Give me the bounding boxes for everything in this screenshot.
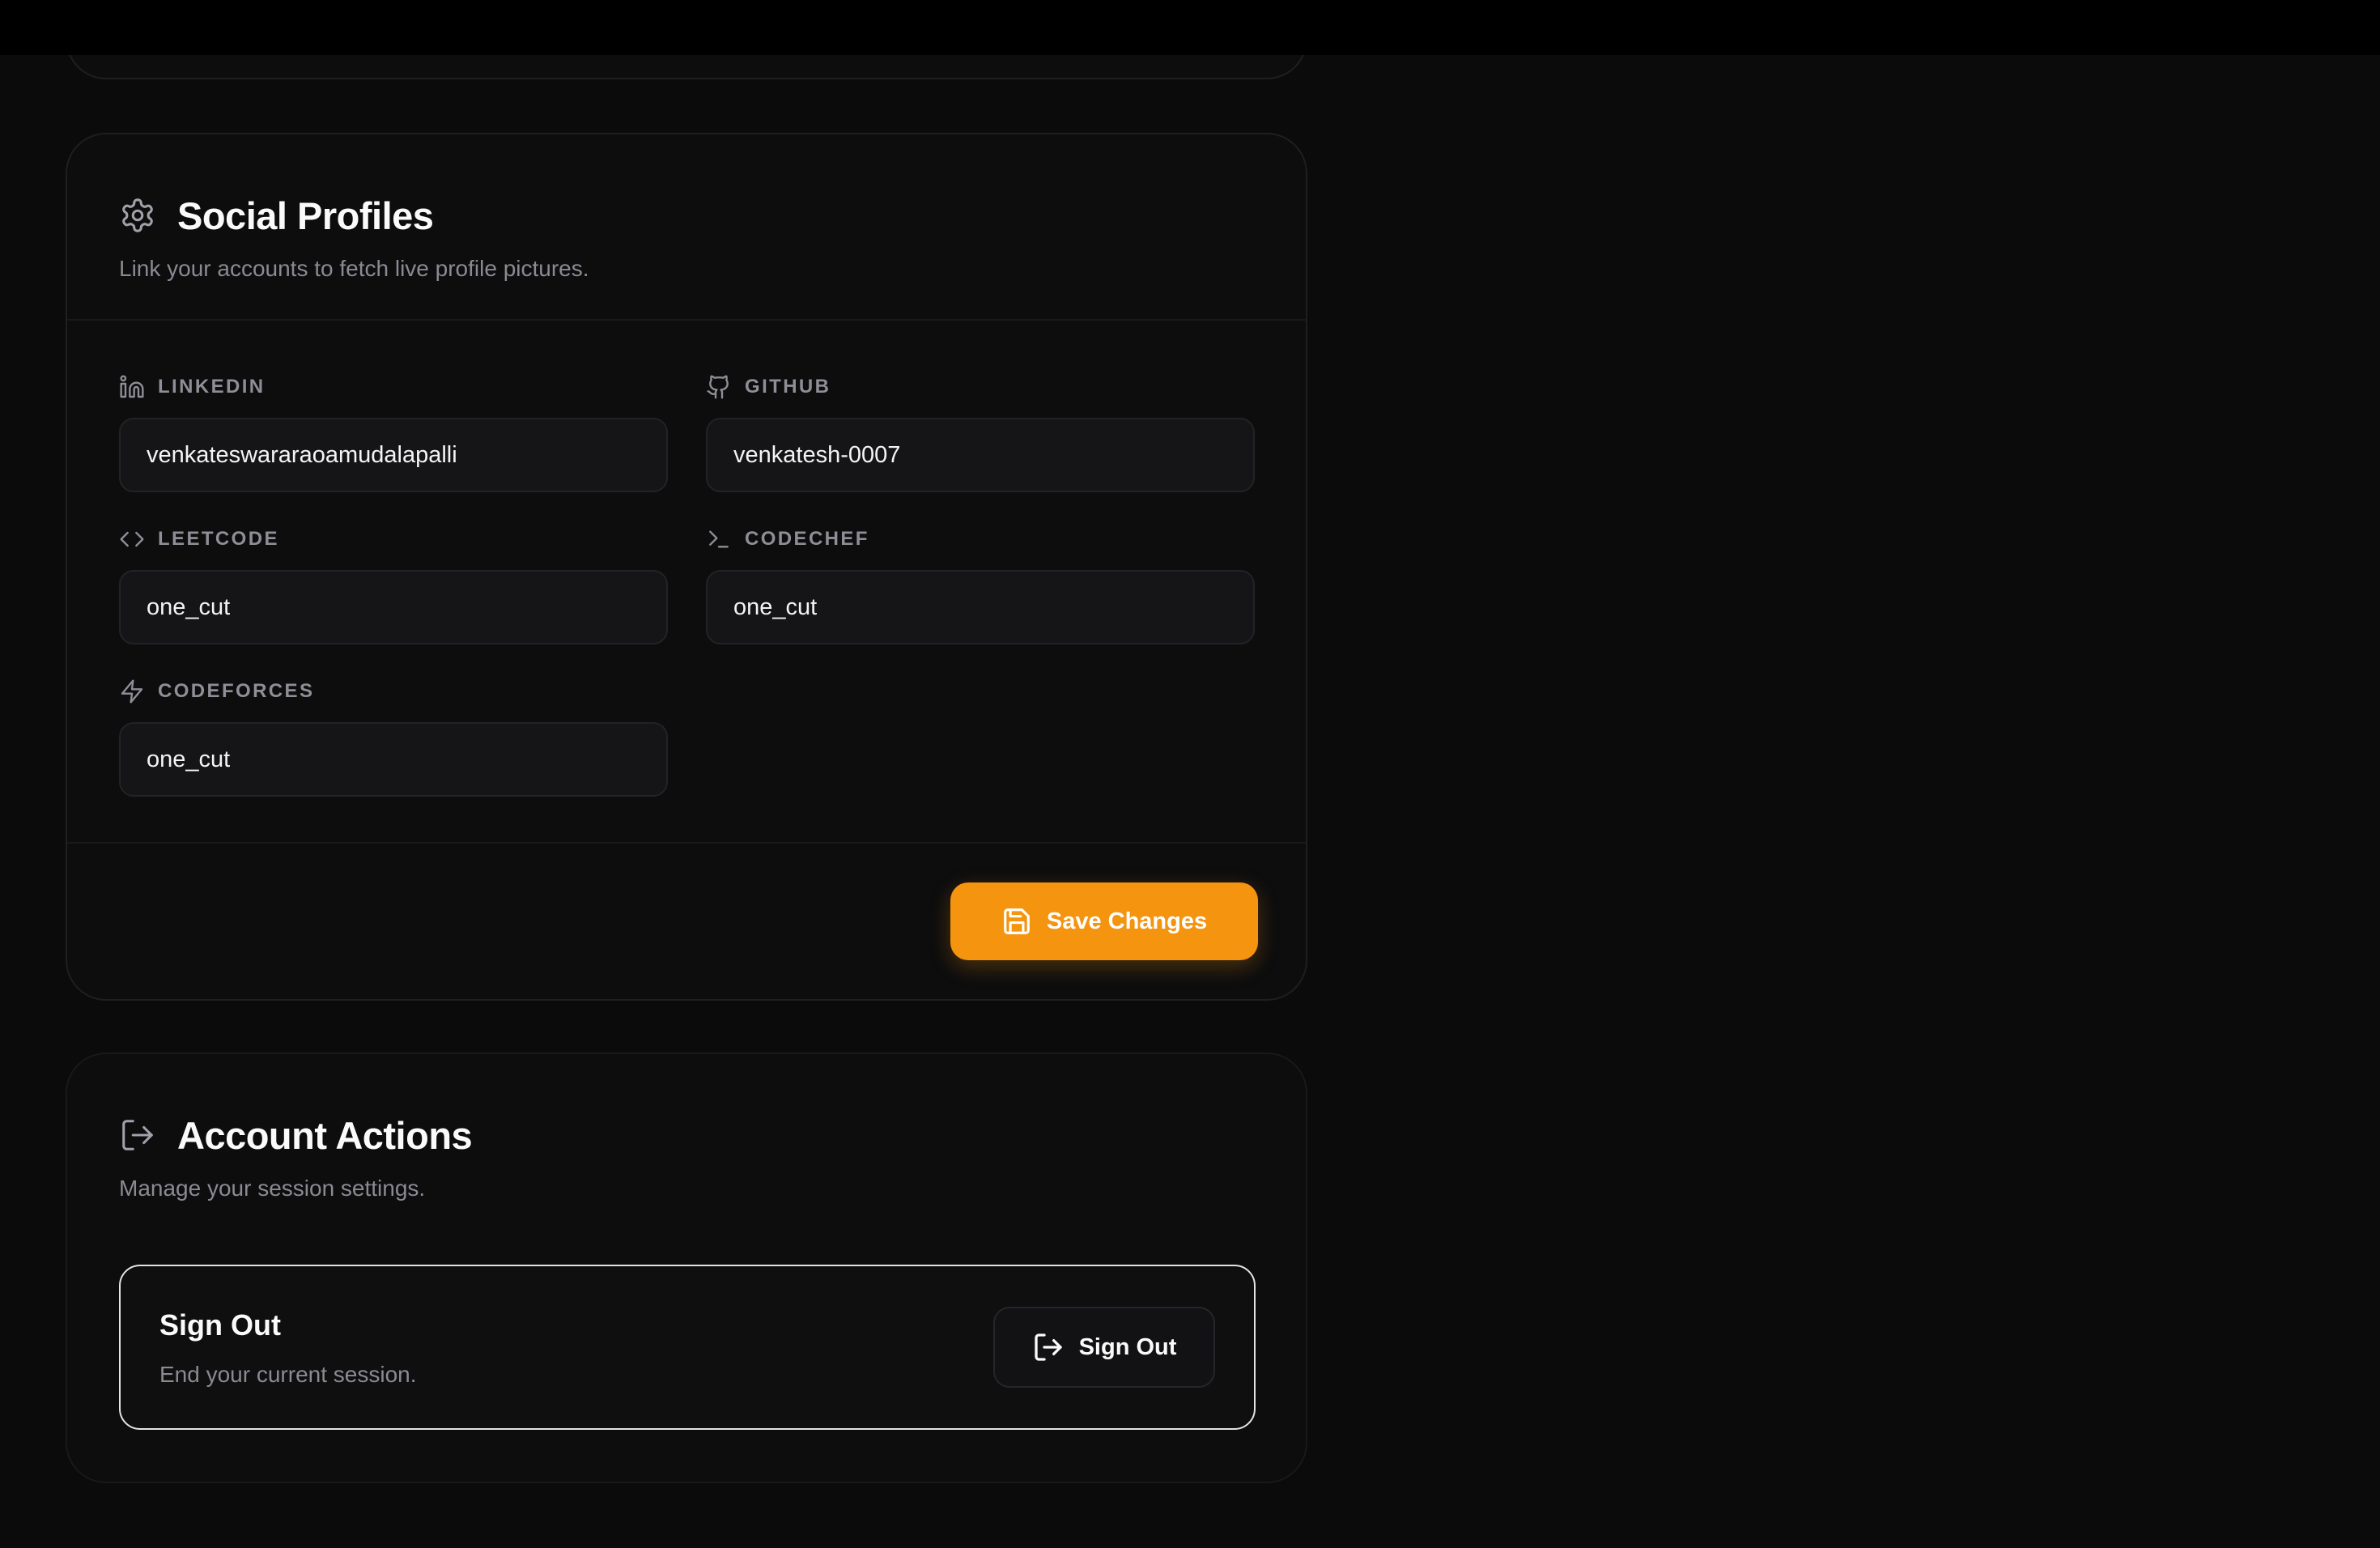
- top-bar: [0, 0, 2380, 55]
- save-changes-button[interactable]: Save Changes: [950, 882, 1258, 960]
- social-profiles-subtitle: Link your accounts to fetch live profile…: [119, 256, 589, 281]
- leetcode-input[interactable]: [119, 570, 668, 644]
- linkedin-input[interactable]: [119, 418, 668, 492]
- codeforces-field-group: CODEFORCES: [119, 677, 668, 797]
- codeforces-label: CODEFORCES: [119, 677, 668, 706]
- save-icon: [1001, 906, 1032, 937]
- account-actions-card: Account Actions Manage your session sett…: [66, 1053, 1307, 1483]
- codechef-field-group: CODECHEF: [706, 525, 1255, 644]
- social-profiles-header: Social Profiles Link your accounts to fe…: [119, 193, 1254, 282]
- linkedin-label-text: LINKEDIN: [158, 376, 266, 398]
- sign-out-button[interactable]: Sign Out: [993, 1307, 1215, 1388]
- leetcode-label: LEETCODE: [119, 525, 668, 554]
- github-label-text: GITHUB: [745, 376, 831, 398]
- log-out-icon: [1032, 1331, 1065, 1363]
- section-divider: [67, 319, 1306, 321]
- codeforces-input[interactable]: [119, 722, 668, 797]
- account-actions-header: Account Actions Manage your session sett…: [119, 1112, 1254, 1201]
- log-out-icon: [119, 1116, 156, 1154]
- sign-out-description: End your current session.: [159, 1362, 417, 1387]
- account-actions-subtitle: Manage your session settings.: [119, 1176, 426, 1201]
- codechef-label: CODECHEF: [706, 525, 1255, 554]
- sign-out-panel: Sign Out End your current session. Sign …: [119, 1265, 1256, 1430]
- lightning-icon: [119, 678, 145, 704]
- sign-out-title: Sign Out: [159, 1308, 281, 1342]
- github-input[interactable]: [706, 418, 1255, 492]
- footer-divider: [67, 842, 1306, 844]
- github-field-group: GITHUB: [706, 372, 1255, 492]
- codechef-label-text: CODECHEF: [745, 528, 869, 550]
- social-profiles-title: Social Profiles: [177, 194, 434, 237]
- linkedin-icon: [119, 374, 145, 400]
- github-label: GITHUB: [706, 372, 1255, 402]
- social-profiles-card: Social Profiles Link your accounts to fe…: [66, 133, 1307, 1001]
- codechef-input[interactable]: [706, 570, 1255, 644]
- linkedin-label: LINKEDIN: [119, 372, 668, 402]
- codeforces-label-text: CODEFORCES: [158, 680, 315, 702]
- github-icon: [706, 374, 732, 400]
- terminal-icon: [706, 526, 732, 552]
- linkedin-field-group: LINKEDIN: [119, 372, 668, 492]
- gear-icon: [119, 197, 156, 234]
- sign-out-button-label: Sign Out: [1078, 1333, 1177, 1360]
- save-changes-label: Save Changes: [1046, 908, 1208, 934]
- leetcode-label-text: LEETCODE: [158, 528, 279, 550]
- leetcode-field-group: LEETCODE: [119, 525, 668, 644]
- account-actions-title: Account Actions: [177, 1113, 473, 1157]
- code-brackets-icon: [119, 526, 145, 552]
